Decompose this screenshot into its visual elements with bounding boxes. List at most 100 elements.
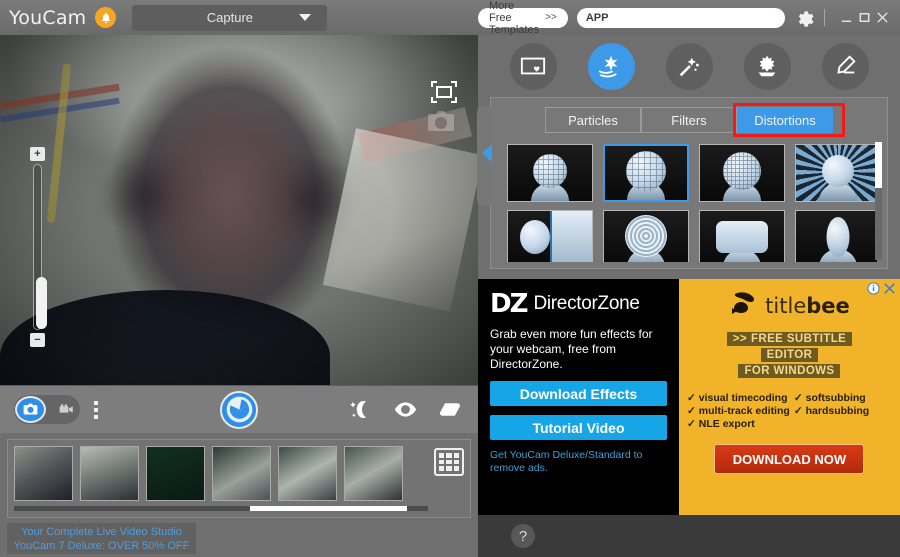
youcam-application: YouCam Capture + − Your Complete Live Vi… — [0, 0, 900, 557]
frame-heart-icon[interactable] — [509, 42, 557, 90]
remove-ads-link[interactable]: Get YouCam Deluxe/Standard to remove ads… — [490, 449, 667, 475]
camera-ghost-icon — [426, 111, 456, 133]
eye-enhance-icon[interactable] — [394, 400, 417, 419]
magic-wand-icon[interactable] — [665, 42, 713, 90]
directorzone-logo-name: DirectorZone — [533, 293, 640, 314]
minimize-icon[interactable] — [839, 7, 854, 29]
camera-icon[interactable] — [15, 396, 46, 423]
zoom-slider-thumb[interactable] — [36, 277, 47, 329]
gear-icon[interactable] — [794, 8, 814, 28]
webcam-preview[interactable]: + − — [0, 35, 478, 385]
filmstrip-scrollbar[interactable] — [14, 506, 428, 511]
effect-thumb-tunnel-mesh[interactable] — [699, 144, 785, 202]
beautify-tools — [350, 400, 461, 419]
list-item[interactable] — [278, 446, 337, 501]
titlebee-banner: >> FREE SUBTITLE EDITOR FOR WINDOWS — [687, 332, 892, 378]
close-icon[interactable] — [875, 7, 890, 29]
effect-thumb-grid-sphere[interactable] — [603, 144, 689, 202]
capture-dropdown[interactable]: Capture — [132, 4, 328, 31]
list-item[interactable] — [80, 446, 139, 501]
fullscreen-frame-icon[interactable] — [430, 80, 458, 104]
effects-scrollbar[interactable] — [875, 142, 882, 260]
grid-view-icon[interactable] — [434, 448, 464, 476]
more-free-templates-button[interactable]: More Free Templates >> — [478, 0, 568, 36]
ad-info-icon[interactable] — [867, 282, 880, 295]
feature-item: ✓ NLE export — [686, 418, 755, 430]
eraser-smooth-icon[interactable] — [438, 400, 461, 419]
bee-icon — [729, 291, 759, 320]
directorzone-logo: DZ DirectorZone — [490, 289, 667, 319]
capture-mode-toggle[interactable] — [14, 395, 80, 424]
zoom-slider-track[interactable] — [33, 164, 47, 330]
effects-toolbar — [478, 35, 900, 97]
face-beautify-icon[interactable] — [350, 400, 373, 419]
collapse-left-arrow-icon[interactable] — [482, 144, 492, 162]
ad-titlebee[interactable]: titlebee >> FREE SUBTITLE EDITOR FOR WIND… — [678, 279, 900, 515]
effect-thumb-square[interactable] — [699, 210, 785, 262]
banner-line-2: EDITOR — [760, 348, 819, 362]
ad-close-icon[interactable] — [883, 282, 896, 295]
list-item[interactable] — [14, 446, 73, 501]
zoom-in-button[interactable]: + — [30, 147, 45, 161]
effects-swoosh-icon[interactable] — [587, 42, 635, 90]
effect-thumb-oval[interactable] — [795, 210, 877, 262]
advertisement-area: DZ DirectorZone Grab even more fun effec… — [478, 279, 900, 515]
list-item[interactable] — [146, 446, 205, 501]
effect-thumb-mirror[interactable] — [507, 210, 593, 262]
zoom-out-button[interactable]: − — [30, 333, 45, 347]
window-titlebar: More Free Templates >> APP — [478, 0, 900, 36]
list-item[interactable] — [344, 446, 403, 501]
left-pane: YouCam Capture + − Your Complete Live Vi… — [0, 0, 478, 557]
maximize-icon[interactable] — [857, 7, 872, 29]
kebab-menu-icon[interactable] — [94, 400, 98, 419]
tab-particles[interactable]: Particles — [545, 107, 641, 133]
bottom-bar: ? — [478, 515, 900, 557]
shutter-button[interactable] — [220, 390, 258, 429]
pencil-draw-icon[interactable] — [821, 42, 869, 90]
avatar-mask-icon[interactable] — [743, 42, 791, 90]
filmstrip — [7, 439, 471, 518]
promo-line-2: YouCam 7 Deluxe: OVER 50% OFF — [13, 539, 190, 552]
shutter-aperture-icon — [226, 396, 252, 423]
ad-directorzone[interactable]: DZ DirectorZone Grab even more fun effec… — [478, 279, 679, 515]
more-templates-arrows: >> — [545, 12, 557, 23]
effect-thumb-swirl[interactable] — [603, 210, 689, 262]
effect-thumbnail-grid — [507, 144, 877, 262]
feature-item: ✓ visual timecoding — [686, 392, 788, 404]
more-templates-label: More Free Templates — [489, 0, 540, 36]
promo-banner[interactable]: Your Complete Live Video Studio YouCam 7… — [7, 523, 196, 554]
titlebee-features: ✓ visual timecoding ✓ softsubbing ✓ multi-t… — [687, 392, 892, 430]
banner-line-3: FOR WINDOWS — [738, 364, 841, 378]
capture-dropdown-label: Capture — [206, 10, 253, 25]
titlebee-logo: titlebee — [687, 291, 892, 320]
thumbnail-list — [14, 446, 403, 501]
effect-thumb-starburst[interactable] — [795, 144, 877, 202]
effects-panel: Particles Filters Distortions — [477, 97, 888, 269]
directorzone-description: Grab even more fun effects for your webc… — [490, 327, 653, 371]
app-brand: YouCam — [9, 6, 87, 29]
feature-item: ✓ multi-track editing — [686, 405, 790, 417]
tab-distortions[interactable]: Distortions — [737, 107, 833, 133]
feature-item: ✓ hardsubbing — [793, 405, 870, 417]
feature-item: ✓ softsubbing — [793, 392, 866, 404]
titlebee-wordmark: titlebee — [765, 293, 850, 318]
directorzone-logo-mark: DZ — [490, 289, 528, 319]
tutorial-video-button[interactable]: Tutorial Video — [490, 415, 667, 440]
download-effects-button[interactable]: Download Effects — [490, 381, 667, 406]
right-pane: More Free Templates >> APP Particles Fil… — [477, 0, 900, 557]
ad-controls — [867, 282, 896, 295]
app-button[interactable]: APP — [576, 7, 785, 28]
filmstrip-section: Your Complete Live Video Studio YouCam 7… — [0, 433, 478, 557]
preview-vignette — [0, 35, 478, 385]
video-camera-icon[interactable] — [59, 403, 74, 416]
tab-filters[interactable]: Filters — [641, 107, 737, 133]
chevron-down-icon — [299, 14, 312, 21]
bell-icon[interactable] — [95, 7, 117, 28]
zoom-slider[interactable]: + − — [30, 147, 47, 347]
download-now-button[interactable]: DOWNLOAD NOW — [714, 444, 865, 474]
capture-control-bar — [0, 385, 478, 433]
effect-thumb-bulge-mesh[interactable] — [507, 144, 593, 202]
help-button[interactable]: ? — [511, 524, 535, 548]
list-item[interactable] — [212, 446, 271, 501]
effects-tabs: Particles Filters Distortions — [491, 103, 887, 137]
